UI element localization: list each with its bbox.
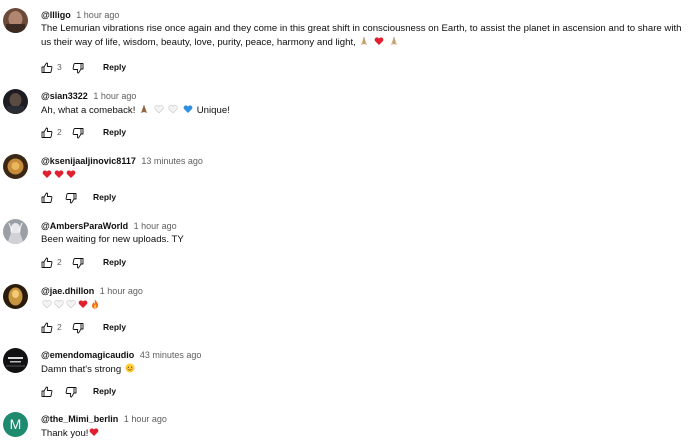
blue-heart-icon xyxy=(183,104,193,114)
avatar[interactable] xyxy=(3,219,28,244)
comment-header: @emendomagicaudio 43 minutes ago xyxy=(41,350,201,360)
comment-author[interactable]: @llligo xyxy=(41,10,71,20)
like-button[interactable] xyxy=(41,126,53,140)
comment-text: Been waiting for new uploads. TY xyxy=(41,234,686,247)
dislike-button[interactable] xyxy=(65,191,77,205)
like-button[interactable] xyxy=(41,191,53,205)
thumb-up-icon xyxy=(41,257,53,268)
comment-header: @the_Mimi_berlin 1 hour ago xyxy=(41,414,167,424)
thumb-down-icon xyxy=(65,387,77,398)
thumb-up-icon xyxy=(41,62,53,73)
white-heart-icon xyxy=(154,104,164,114)
reply-button[interactable]: Reply xyxy=(103,322,126,332)
reply-button[interactable]: Reply xyxy=(103,62,126,72)
comment-author[interactable]: @ksenijaaljinovic8117 xyxy=(41,156,136,166)
comment-author[interactable]: @emendomagicaudio xyxy=(41,350,134,360)
reply-button[interactable]: Reply xyxy=(93,386,116,396)
red-heart-icon xyxy=(42,169,52,179)
dislike-button[interactable] xyxy=(72,61,84,75)
comment-text: Ah, what a comeback! Unique! xyxy=(41,104,686,118)
comment-text: The Lemurian vibrations rise once again … xyxy=(41,23,686,49)
avatar[interactable] xyxy=(3,89,28,114)
comment-header: @ksenijaaljinovic8117 13 minutes ago xyxy=(41,156,203,166)
comment-time[interactable]: 1 hour ago xyxy=(124,414,167,424)
comment-time[interactable]: 43 minutes ago xyxy=(140,350,202,360)
reply-button[interactable]: Reply xyxy=(103,127,126,137)
comment-text-body: Been waiting for new uploads. TY xyxy=(41,234,184,245)
comment-header: @jae.dhillon 1 hour ago xyxy=(41,286,143,296)
comment-text-tail: Unique! xyxy=(196,105,230,116)
comment-text: Thank you! xyxy=(41,427,686,441)
avatar[interactable] xyxy=(3,348,28,373)
fire-icon xyxy=(90,299,100,309)
dislike-button[interactable] xyxy=(72,126,84,140)
like-count: 2 xyxy=(57,127,62,137)
comment-author[interactable]: @the_Mimi_berlin xyxy=(41,414,118,424)
avatar-letter: M xyxy=(9,416,22,432)
dislike-button[interactable] xyxy=(65,385,77,399)
comment-text-body: Ah, what a comeback! xyxy=(41,105,136,116)
praying-hands-icon xyxy=(389,36,399,46)
like-button[interactable] xyxy=(41,385,53,399)
comment-time[interactable]: 1 hour ago xyxy=(100,286,143,296)
comment-author[interactable]: @AmbersParaWorld xyxy=(41,221,128,231)
comment-author[interactable]: @sian3322 xyxy=(41,91,88,101)
red-heart-icon xyxy=(89,427,99,437)
comment-header: @sian3322 1 hour ago xyxy=(41,91,136,101)
dislike-button[interactable] xyxy=(72,321,84,335)
white-heart-icon xyxy=(66,299,76,309)
comment-time[interactable]: 1 hour ago xyxy=(76,10,119,20)
like-button[interactable] xyxy=(41,256,53,270)
white-heart-icon xyxy=(42,299,52,309)
red-heart-icon xyxy=(78,299,88,309)
thumb-down-icon xyxy=(72,258,84,269)
like-count: 2 xyxy=(57,322,62,332)
white-heart-icon xyxy=(168,104,179,114)
dislike-button[interactable] xyxy=(72,256,84,270)
thumb-up-icon xyxy=(41,386,53,397)
red-heart-icon xyxy=(66,169,76,179)
comment-text xyxy=(41,299,686,313)
red-heart-icon xyxy=(54,169,64,179)
praying-hands-icon xyxy=(359,36,369,46)
white-heart-icon xyxy=(54,299,64,309)
reply-button[interactable]: Reply xyxy=(103,257,126,267)
comment-time[interactable]: 1 hour ago xyxy=(93,91,136,101)
comment-header: @AmbersParaWorld 1 hour ago xyxy=(41,221,177,231)
like-count: 2 xyxy=(57,257,62,267)
thumb-down-icon xyxy=(65,193,77,204)
like-button[interactable] xyxy=(41,61,53,75)
thumb-down-icon xyxy=(72,63,84,74)
thumb-up-icon xyxy=(41,192,53,203)
blushing-face-icon xyxy=(125,363,135,373)
avatar[interactable] xyxy=(3,154,28,179)
thumb-down-icon xyxy=(72,128,84,139)
reply-button[interactable]: Reply xyxy=(93,192,116,202)
comment-text-body: Damn that's strong xyxy=(41,364,122,375)
red-heart-icon xyxy=(374,36,384,46)
avatar[interactable]: M xyxy=(3,412,28,437)
comment-time[interactable]: 1 hour ago xyxy=(134,221,177,231)
like-button[interactable] xyxy=(41,321,53,335)
comment-text xyxy=(41,169,686,183)
praying-hands-icon xyxy=(139,104,149,114)
like-count: 3 xyxy=(57,62,62,72)
comment-author[interactable]: @jae.dhillon xyxy=(41,286,94,296)
thumb-up-icon xyxy=(41,127,53,138)
comment-header: @llligo 1 hour ago xyxy=(41,10,119,20)
comment-text-body: Thank you! xyxy=(41,428,89,439)
comment-text: Damn that's strong xyxy=(41,363,686,377)
comment-time[interactable]: 13 minutes ago xyxy=(141,156,203,166)
thumb-up-icon xyxy=(41,322,53,333)
avatar[interactable] xyxy=(3,8,28,33)
thumb-down-icon xyxy=(72,323,84,334)
avatar[interactable] xyxy=(3,284,28,309)
